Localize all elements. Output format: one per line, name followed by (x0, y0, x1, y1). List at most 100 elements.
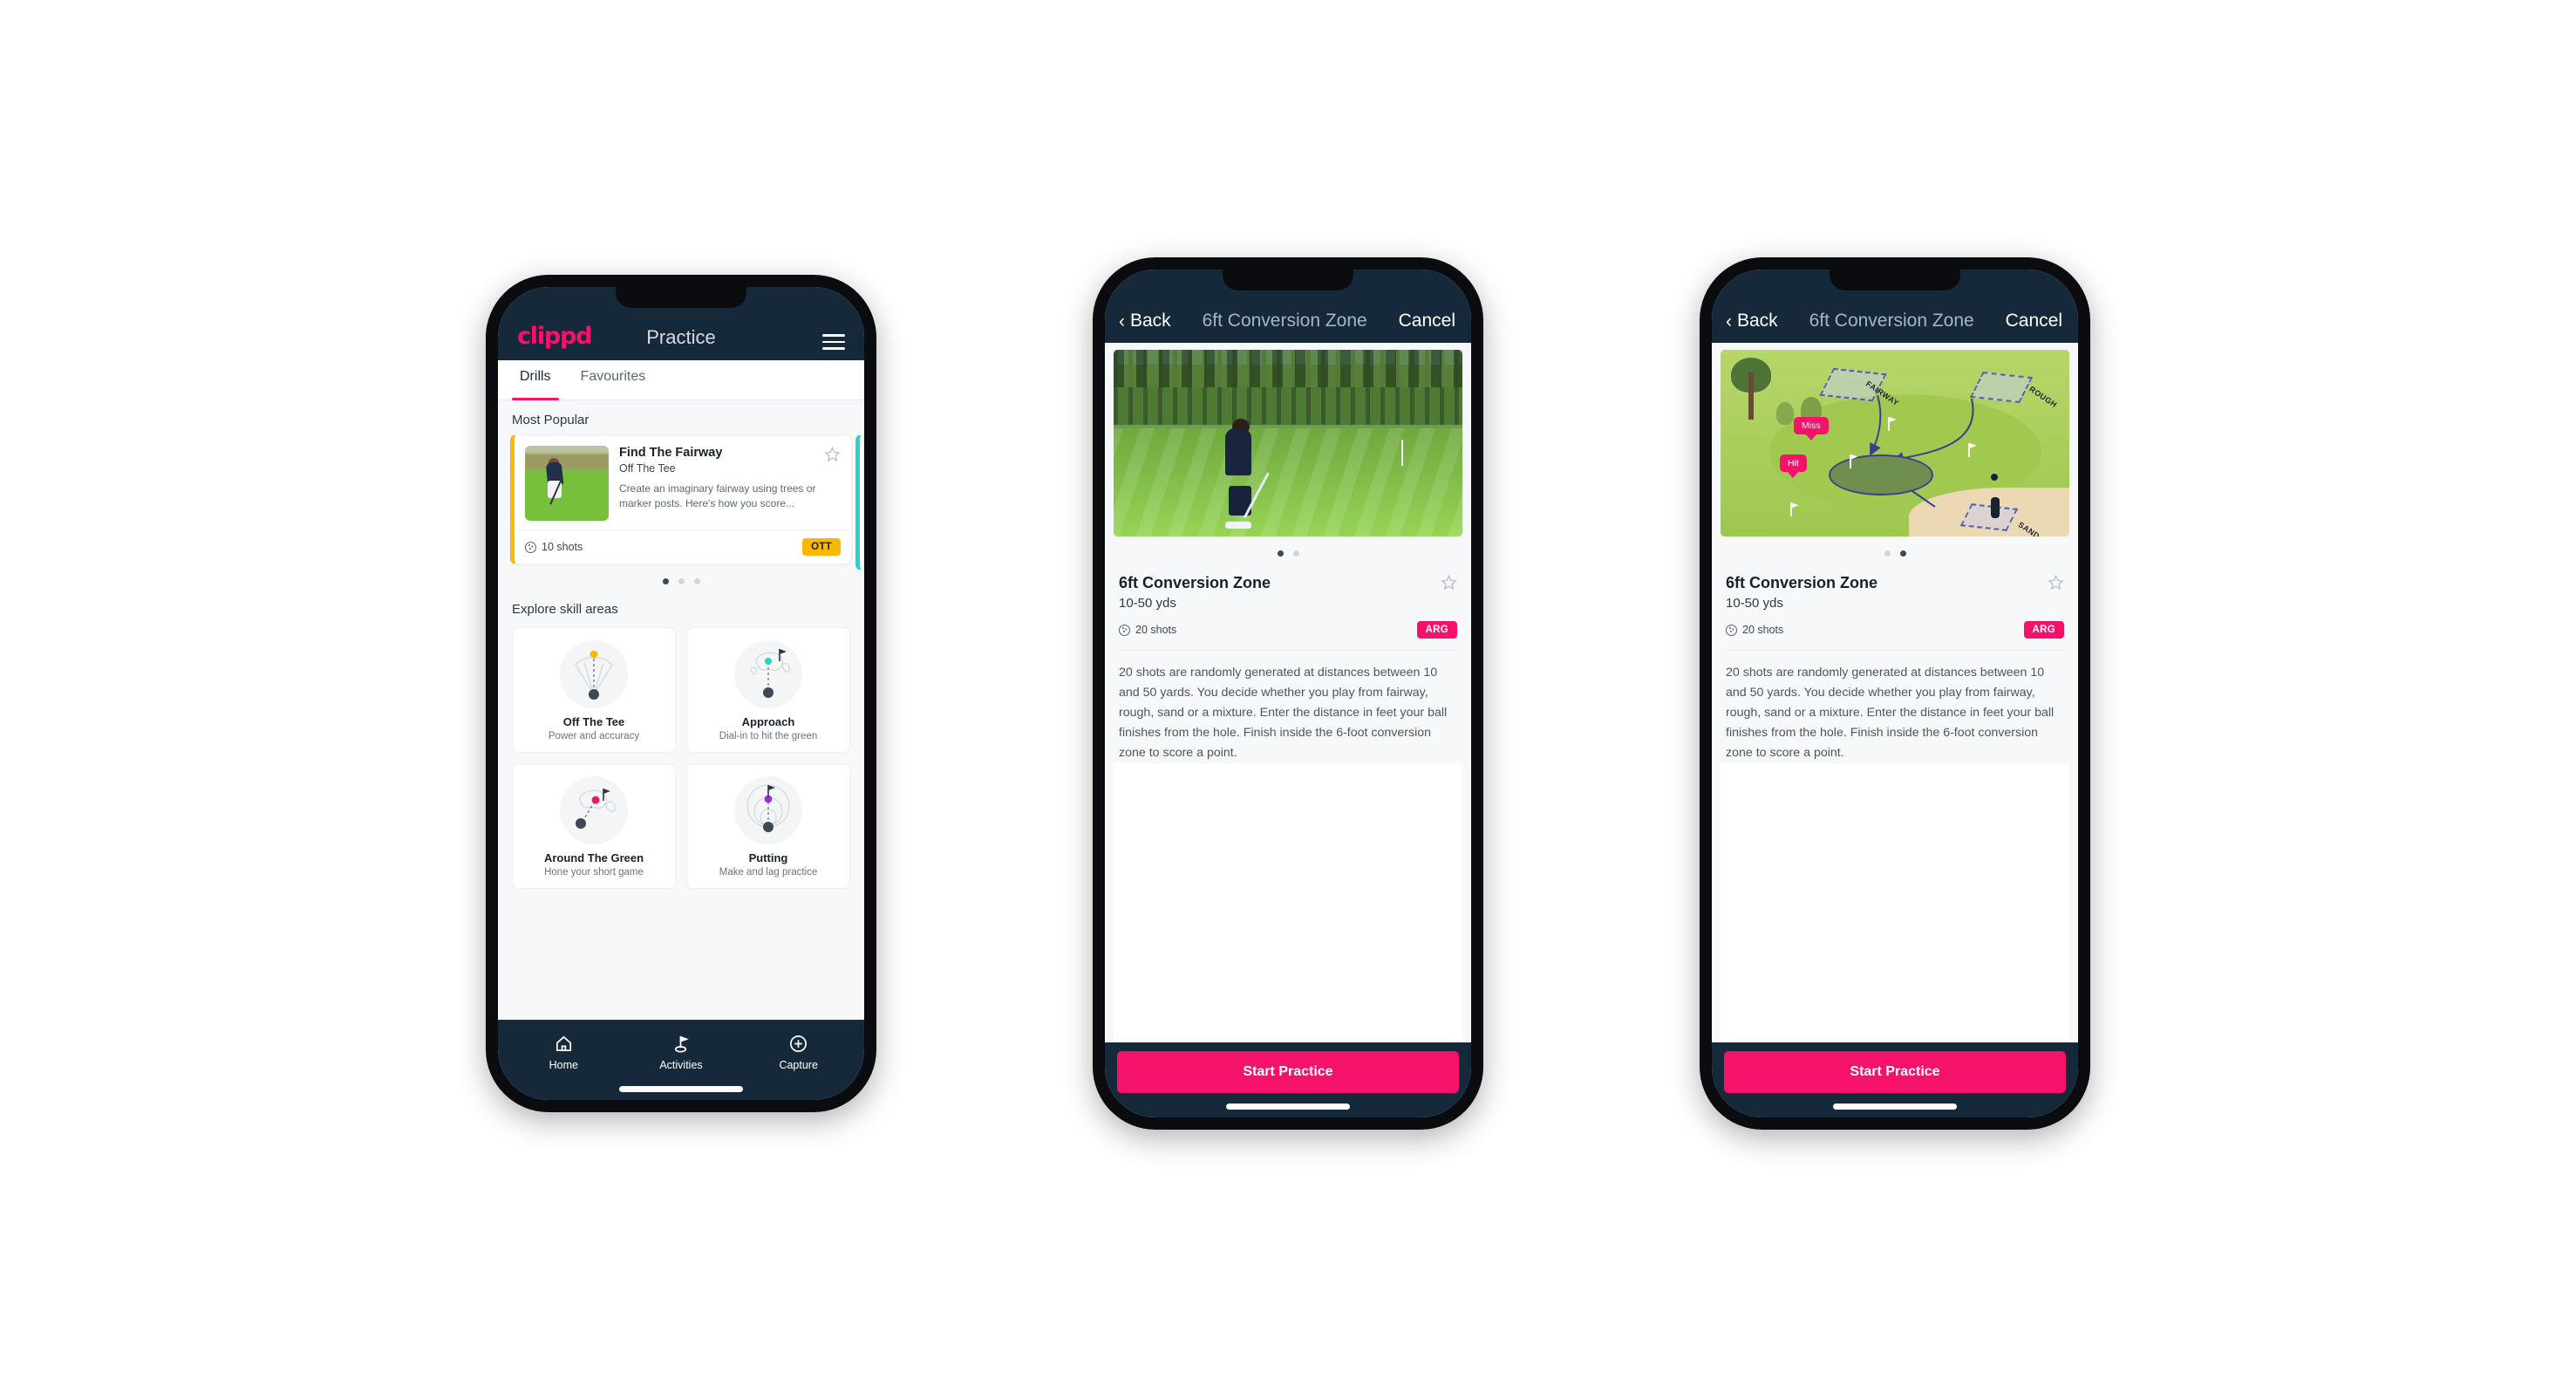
back-button[interactable]: ‹ Back (1119, 311, 1171, 331)
tee-fan-icon (560, 640, 628, 708)
drill-card-footer: 10 shots OTT (515, 530, 851, 564)
carousel-dot-1[interactable] (1884, 550, 1891, 557)
drill-detail-description: 20 shots are randomly generated at dista… (1119, 666, 1448, 760)
approach-green-icon (734, 640, 802, 708)
skill-card-approach[interactable]: Approach Dial-in to hit the green (686, 627, 850, 753)
phone-mockup-drill-detail-photo: ‹ Back 6ft Conversion Zone Cancel 6ft Co… (1093, 257, 1483, 1130)
section-explore-skill-areas: Explore skill areas (512, 602, 618, 617)
carousel-dots[interactable] (1114, 536, 1462, 562)
skill-card-putting[interactable]: Putting Make and lag practice (686, 763, 850, 889)
carousel-dot-2[interactable] (678, 578, 685, 584)
start-practice-button[interactable]: Start Practice (1117, 1051, 1459, 1093)
golfer-head-icon (1990, 473, 1998, 481)
phone-mockup-practice-list: clippd Practice Drills Favourites Most P… (486, 275, 876, 1112)
skill-card-title: Putting (748, 851, 788, 864)
drill-card[interactable]: Find The Fairway Off The Tee Create an i… (510, 434, 852, 564)
plus-circle-icon (739, 1032, 857, 1055)
back-label: Back (1130, 311, 1171, 331)
drill-carousel[interactable]: Find The Fairway Off The Tee Create an i… (498, 434, 864, 571)
golf-ball-icon (1119, 624, 1130, 636)
skill-badge-ott: OTT (802, 538, 841, 556)
marker-miss: Miss (1794, 417, 1829, 435)
carousel-dot-3[interactable] (693, 578, 700, 584)
home-icon (505, 1032, 623, 1055)
skill-badge-arg: ARG (2023, 621, 2064, 639)
drill-shots-label: 10 shots (542, 541, 583, 553)
cancel-button[interactable]: Cancel (2006, 311, 2062, 331)
skill-card-desc: Hone your short game (544, 867, 644, 878)
drill-detail-body: FAIRWAY ROUGH SAND Miss Hit 6ft Conversi… (1712, 343, 2078, 1042)
carousel-dot-1[interactable] (1277, 550, 1284, 557)
home-indicator (619, 1086, 743, 1092)
skill-card-title: Off The Tee (562, 715, 625, 728)
golf-ball-icon (525, 541, 536, 553)
start-practice-button[interactable]: Start Practice (1724, 1051, 2066, 1093)
flag-icon (1850, 454, 1851, 468)
skill-card-title: Approach (741, 715, 795, 728)
section-most-popular: Most Popular (512, 413, 589, 427)
home-indicator (1833, 1103, 1957, 1110)
skill-badge-arg: ARG (1416, 621, 1457, 639)
skill-card-title: Around The Green (543, 851, 644, 864)
app-logo[interactable]: clippd (517, 323, 593, 350)
phone3-screen: ‹ Back 6ft Conversion Zone Cancel FAIRWA… (1712, 270, 2078, 1117)
hamburger-icon[interactable] (822, 334, 845, 350)
drill-detail-distance: 10-50 yds (1726, 596, 1783, 611)
detail-spacer (1721, 763, 2069, 1042)
tab-favourites[interactable]: Favourites (566, 360, 661, 400)
device-notch (1830, 270, 1960, 290)
drill-hero-photo[interactable] (1114, 350, 1462, 536)
carousel-dot-1[interactable] (662, 578, 669, 584)
phone1-screen: clippd Practice Drills Favourites Most P… (498, 287, 864, 1100)
carousel-dot-2[interactable] (1899, 550, 1906, 557)
device-notch (616, 287, 746, 308)
nav-label-home: Home (549, 1059, 578, 1071)
cancel-button[interactable]: Cancel (1399, 311, 1455, 331)
skill-card-off-the-tee[interactable]: Off The Tee Power and accuracy (512, 627, 676, 753)
nav-item-capture[interactable]: Capture (739, 1032, 857, 1071)
drill-card-top: Find The Fairway Off The Tee Create an i… (515, 435, 851, 530)
drill-detail-shots: 20 shots (1119, 624, 1176, 636)
drill-info: Find The Fairway Off The Tee Create an i… (619, 446, 841, 521)
drill-title: Find The Fairway (619, 446, 723, 460)
drill-detail-shots: 20 shots (1726, 624, 1783, 636)
back-button[interactable]: ‹ Back (1726, 311, 1778, 331)
golf-flag-icon (623, 1032, 740, 1055)
golfer-icon (1991, 496, 2000, 518)
drill-hero-illustration[interactable]: FAIRWAY ROUGH SAND Miss Hit (1721, 350, 2069, 536)
flag-icon (1790, 502, 1792, 517)
drill-detail-body: 6ft Conversion Zone 10-50 yds 20 shots A… (1105, 343, 1471, 1042)
star-outline-icon[interactable] (2048, 574, 2064, 591)
drill-detail-header: 6ft Conversion Zone 10-50 yds 20 shots A… (1114, 562, 1462, 639)
chevron-left-icon: ‹ (1726, 311, 1732, 331)
flag-icon (1888, 417, 1890, 432)
drill-shots: 10 shots (525, 541, 583, 553)
drill-card-next-peek[interactable] (855, 434, 864, 571)
nav-label-capture: Capture (779, 1059, 818, 1071)
around-green-icon (560, 776, 628, 844)
flag-icon (1968, 443, 1970, 457)
drill-detail-title: 6ft Conversion Zone (1726, 574, 1878, 591)
nav-title: 6ft Conversion Zone (1809, 311, 1974, 331)
phone-mockup-drill-detail-illustration: ‹ Back 6ft Conversion Zone Cancel FAIRWA… (1700, 257, 2090, 1130)
tab-bar: Drills Favourites (498, 360, 864, 400)
star-outline-icon[interactable] (1441, 574, 1457, 591)
drill-description: Create an imaginary fairway using trees … (619, 482, 816, 510)
skill-card-around-the-green[interactable]: Around The Green Hone your short game (512, 763, 676, 889)
tab-drills[interactable]: Drills (505, 360, 566, 400)
nav-item-home[interactable]: Home (505, 1032, 623, 1071)
back-label: Back (1737, 311, 1778, 331)
drill-detail-header: 6ft Conversion Zone 10-50 yds 20 shots A… (1721, 562, 2069, 639)
skill-card-desc: Make and lag practice (719, 867, 818, 878)
carousel-dot-2[interactable] (1292, 550, 1299, 557)
carousel-dots[interactable] (1721, 536, 2069, 562)
drill-shots-label: 20 shots (1135, 624, 1177, 636)
carousel-dots[interactable] (498, 564, 864, 590)
detail-spacer (1114, 763, 1462, 1042)
skill-card-desc: Power and accuracy (548, 731, 640, 741)
star-outline-icon[interactable] (824, 446, 841, 462)
drill-detail-title: 6ft Conversion Zone (1119, 574, 1271, 591)
practice-content: Most Popular Find The Fairway Off The Te… (498, 400, 864, 1020)
nav-item-activities[interactable]: Activities (623, 1032, 740, 1071)
skill-area-grid: Off The Tee Power and accuracy Approach … (498, 624, 864, 903)
